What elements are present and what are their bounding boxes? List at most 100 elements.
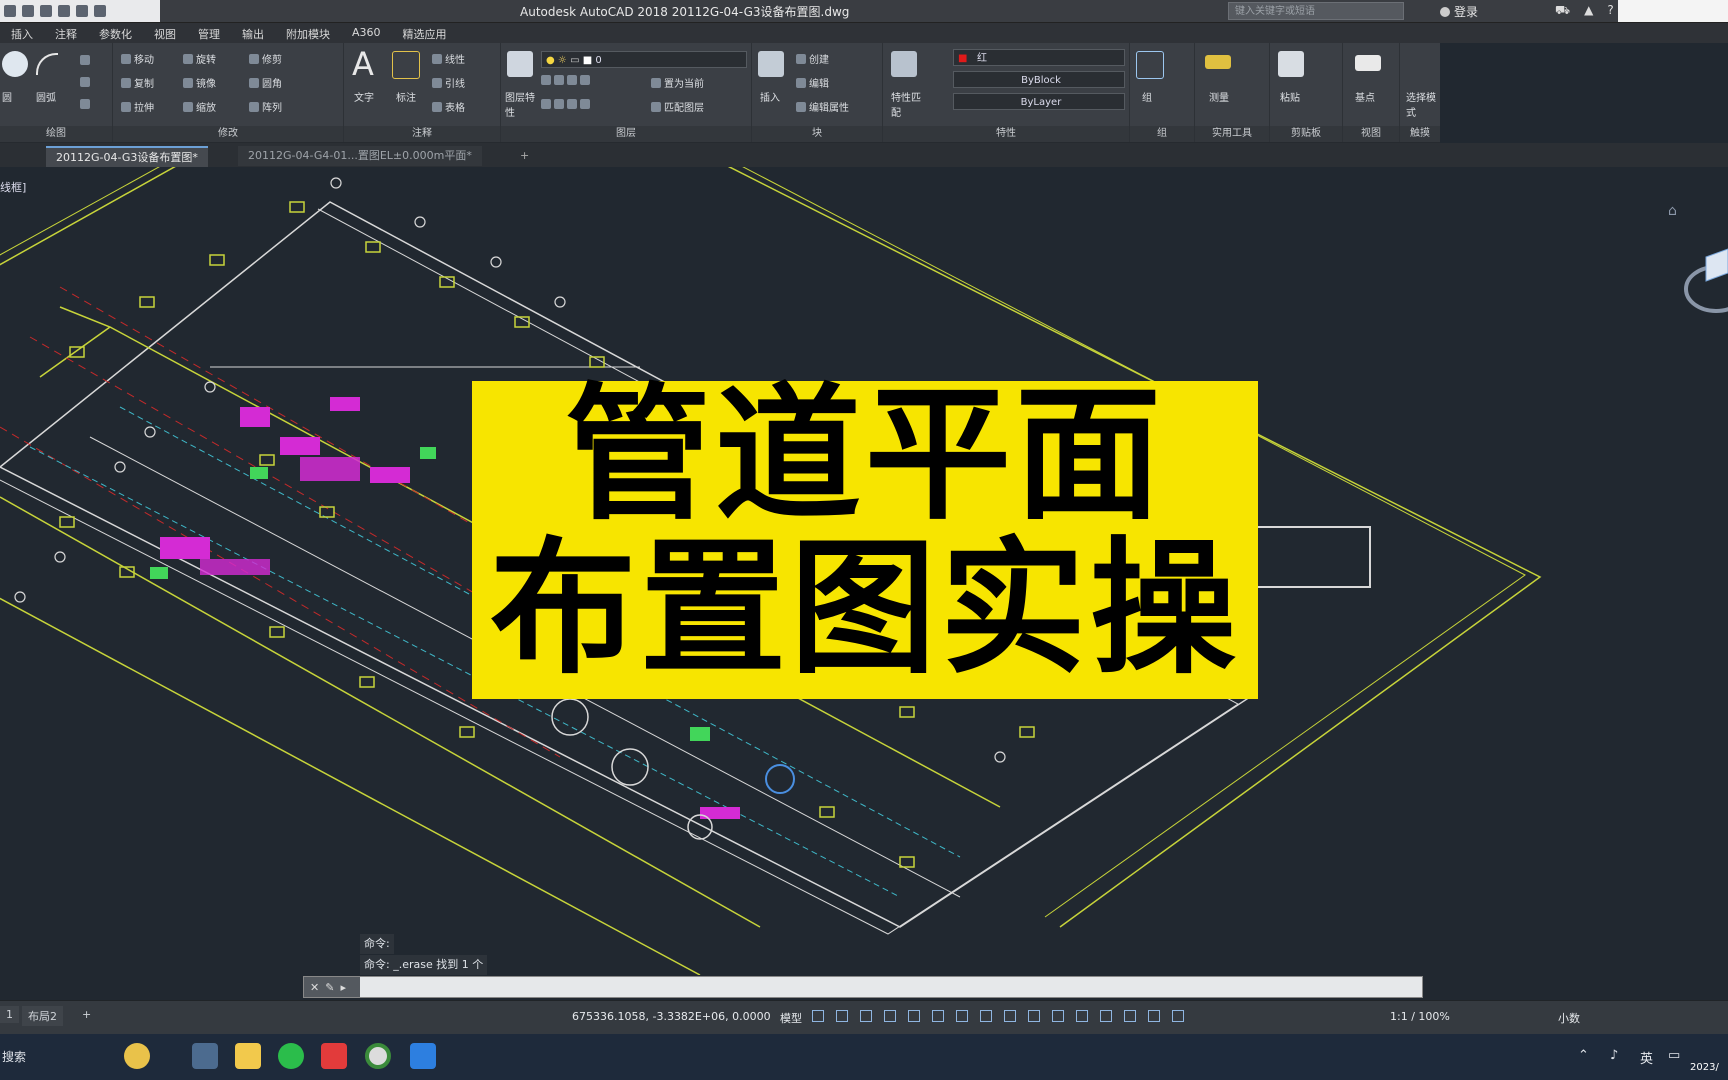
gradient-tool[interactable] [80,99,93,111]
selection-filter-icon[interactable] [1100,1010,1112,1022]
polar-icon[interactable] [884,1010,896,1022]
select-mode-button[interactable]: 选择模式 [1406,89,1436,119]
fillet-button[interactable]: 圆角 [249,75,282,90]
panel-title-select[interactable]: 触摸 [1400,126,1440,142]
linetype-dropdown[interactable]: ByBlock [953,71,1125,88]
edit-attributes-button[interactable]: 编辑属性 [796,99,849,114]
layer-properties-icon[interactable] [507,51,533,77]
units-dropdown[interactable]: 小数 [1558,1010,1580,1026]
calculator-icon[interactable] [192,1043,218,1069]
panel-title-modify[interactable]: 修改 [113,126,343,142]
panel-title-groups[interactable]: 组 [1130,126,1194,142]
mirror-button[interactable]: 镜像 [183,75,216,90]
circle-icon[interactable] [2,51,28,77]
base-button[interactable]: 基点 [1355,89,1375,104]
isodraft-icon[interactable] [908,1010,920,1022]
insert-button[interactable]: 插入 [760,89,780,104]
create-block-button[interactable]: 创建 [796,51,829,66]
tab-annotate[interactable]: 注释 [44,23,88,43]
print-icon[interactable] [58,5,70,17]
window-controls[interactable] [1618,0,1728,22]
edit-block-button[interactable]: 编辑 [796,75,829,90]
open-file-icon[interactable] [22,5,34,17]
viewcube[interactable] [1676,247,1728,337]
close-icon[interactable]: ✕ [310,981,319,994]
scale-button[interactable]: 缩放 [183,99,216,114]
gizmo-icon[interactable] [1124,1010,1136,1022]
match-layer-button[interactable]: 匹配图层 [651,99,704,114]
measure-button[interactable]: 测量 [1209,89,1229,104]
undo-icon[interactable] [76,5,88,17]
base-view-icon[interactable] [1355,55,1381,71]
leader-button[interactable]: 引线 [432,75,465,90]
new-file-icon[interactable] [4,5,16,17]
group-button[interactable]: 组 [1142,89,1152,104]
copy-button[interactable]: 复制 [121,75,154,90]
color-dropdown[interactable]: ■ 红 [953,49,1125,66]
panel-title-properties[interactable]: 特性 [883,126,1129,142]
tab-manage[interactable]: 管理 [187,23,231,43]
auto-scale-icon[interactable] [1172,1010,1184,1022]
file-explorer-icon[interactable] [235,1043,261,1069]
paste-button[interactable]: 粘贴 [1280,89,1300,104]
help-search-input[interactable]: 键入关键字或短语 [1228,2,1404,20]
panel-title-clipboard[interactable]: 剪贴板 [1270,126,1342,142]
tab-output[interactable]: 输出 [231,23,275,43]
microphone-icon[interactable]: ♪ [1610,1048,1618,1063]
3d-osnap-icon[interactable] [1052,1010,1064,1022]
trim-button[interactable]: 修剪 [249,51,282,66]
layout-tab-1[interactable]: 1 [0,1006,19,1023]
array-button[interactable]: 阵列 [249,99,282,114]
make-current-button[interactable]: 置为当前 [651,75,704,90]
panel-title-annotation[interactable]: 注释 [344,126,500,142]
new-tab-icon[interactable]: + [510,146,539,166]
layout-tab-2[interactable]: 布局2 [22,1006,63,1026]
dimension-button[interactable]: 标注 [396,89,416,104]
home-icon[interactable]: ⌂ [1668,203,1682,219]
tab-addins[interactable]: 附加模块 [275,23,341,43]
measure-icon[interactable] [1205,55,1231,69]
layer-properties-button[interactable]: 图层特性 [505,89,535,119]
wechat-icon[interactable] [278,1043,304,1069]
rotate-button[interactable]: 旋转 [183,51,216,66]
dynamic-ucs-icon[interactable] [1076,1010,1088,1022]
lineweight-dropdown[interactable]: ByLayer [953,93,1125,110]
ortho-icon[interactable] [860,1010,872,1022]
tab-insert[interactable]: 插入 [0,23,44,43]
redo-icon[interactable] [94,5,106,17]
insert-block-icon[interactable] [758,51,784,77]
command-input[interactable] [364,979,1364,995]
input-method-indicator[interactable]: 英 [1640,1048,1653,1067]
group-icon[interactable] [1136,51,1164,79]
taskbar-search[interactable]: 搜索 [2,1048,26,1065]
table-button[interactable]: 表格 [432,99,465,114]
add-layout-icon[interactable]: + [76,1006,97,1023]
tab-featured-apps[interactable]: 精选应用 [392,23,458,43]
arc-icon[interactable] [36,53,58,75]
save-icon[interactable] [40,5,52,17]
document-tab-active[interactable]: 20112G-04-G3设备布置图* [46,146,208,168]
snap-icon[interactable] [836,1010,848,1022]
tab-view[interactable]: 视图 [143,23,187,43]
a360-icon[interactable]: ▲ [1584,3,1593,19]
taskbar-clock[interactable]: 2023/ [1690,1062,1719,1073]
annotation-visibility-icon[interactable] [1148,1010,1160,1022]
model-space-button[interactable]: 模型 [780,1010,802,1026]
viewport-controls-label[interactable]: 线框] [0,179,26,195]
linear-button[interactable]: 线性 [432,51,465,66]
hatch-tool[interactable] [80,77,93,89]
arc-button[interactable]: 圆弧 [36,89,56,104]
circle-button[interactable]: 圆 [2,89,12,104]
help-icon[interactable]: ? [1607,3,1613,19]
app-icon[interactable] [410,1043,436,1069]
match-properties-button[interactable]: 特性匹配 [891,89,921,119]
display-icon[interactable]: ▭ [1668,1048,1680,1063]
panel-title-view[interactable]: 视图 [1343,126,1399,142]
autocad-icon[interactable] [321,1043,347,1069]
lineweight-icon[interactable] [980,1010,992,1022]
chrome-icon[interactable] [365,1043,391,1069]
wrench-icon[interactable]: ✎ [325,981,334,994]
osnap-tracking-icon[interactable] [932,1010,944,1022]
move-button[interactable]: 移动 [121,51,154,66]
layer-dropdown[interactable]: ● ☼ ▭ ■ 0 [541,51,747,68]
